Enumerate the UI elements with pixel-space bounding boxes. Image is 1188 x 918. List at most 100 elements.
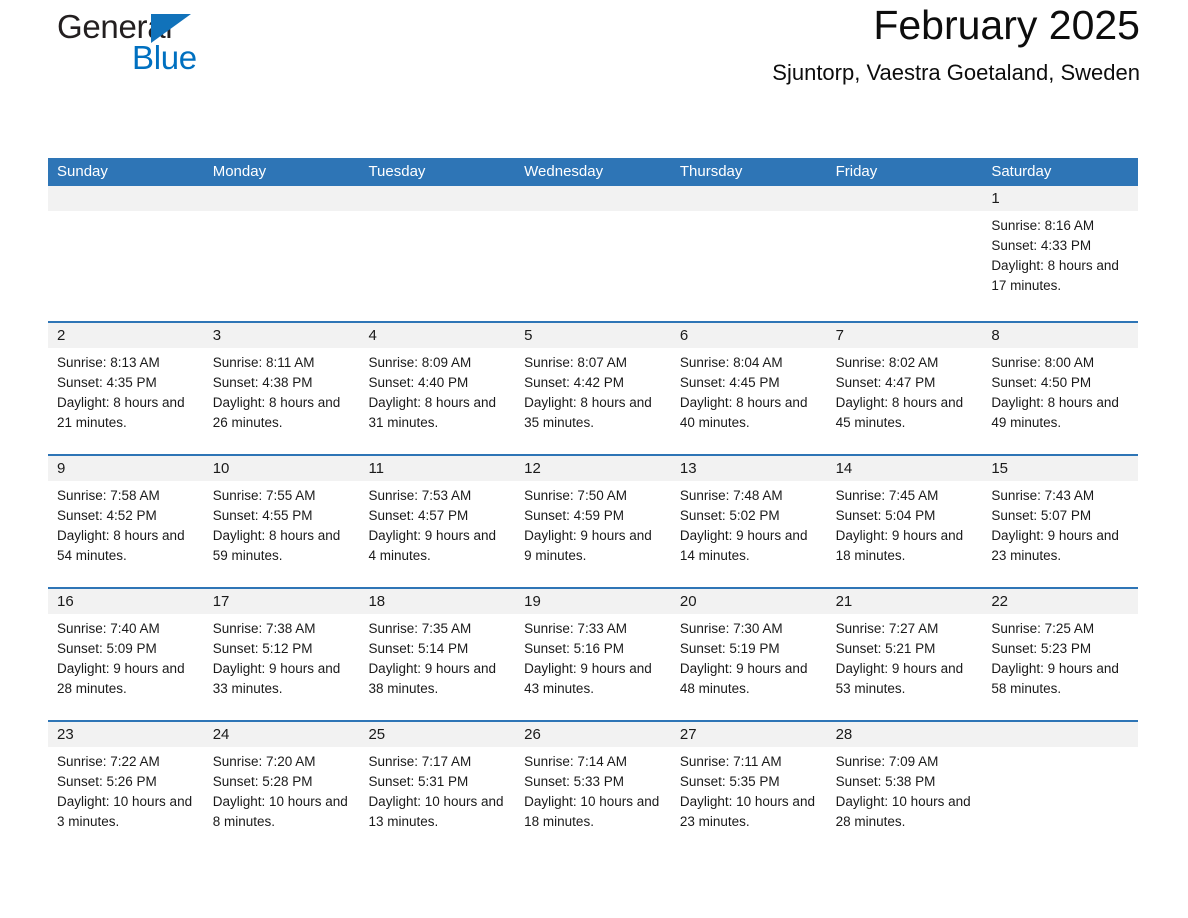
calendar-day-cell[interactable]: 11 Sunrise: 7:53 AM Sunset: 4:57 PM Dayligh… — [359, 456, 516, 587]
sunset-text: Sunset: 5:21 PM — [835, 641, 936, 656]
calendar-day-cell[interactable]: 14 Sunrise: 7:45 AM Sunset: 5:04 PM Dayligh… — [826, 456, 983, 587]
calendar-day-cell[interactable]: 5 Sunrise: 8:07 AM Sunset: 4:42 PM Daylight… — [515, 323, 671, 454]
daylight-text: Daylight: 9 hours and 38 minutes. — [368, 661, 497, 696]
day-details: Sunrise: 7:50 AM Sunset: 4:59 PM Daylight:… — [515, 481, 671, 566]
calendar-day-cell[interactable]: 21 Sunrise: 7:27 AM Sunset: 5:21 PM Dayligh… — [826, 589, 983, 720]
calendar-week-row: 1 Sunrise: 8:16 AM Sunset: 4:33 PM Daylight… — [48, 186, 1139, 321]
sunrise-text: Sunrise: 8:04 AM — [679, 355, 783, 370]
calendar-day-cell[interactable]: 10 Sunrise: 7:55 AM Sunset: 4:55 PM Dayligh… — [203, 456, 360, 587]
day-number: 20 — [670, 589, 827, 614]
sunset-text: Sunset: 4:38 PM — [212, 375, 313, 390]
day-number — [359, 186, 516, 211]
calendar-day-cell[interactable]: 23 Sunrise: 7:22 AM Sunset: 5:26 PM Dayligh… — [48, 722, 204, 853]
calendar-day-cell[interactable]: 26 Sunrise: 7:14 AM Sunset: 5:33 PM Dayligh… — [515, 722, 671, 853]
day-number — [203, 186, 360, 211]
daylight-text: Daylight: 10 hours and 23 minutes. — [679, 794, 815, 829]
logo-text-blue: Blue — [132, 39, 197, 76]
day-number: 21 — [826, 589, 983, 614]
sunset-text: Sunset: 5:23 PM — [991, 641, 1092, 656]
sunset-text: Sunset: 5:04 PM — [835, 508, 936, 523]
calendar-day-cell[interactable]: 15 Sunrise: 7:43 AM Sunset: 5:07 PM Dayligh… — [982, 456, 1139, 587]
day-number — [826, 186, 983, 211]
calendar-day-cell[interactable]: 3 Sunrise: 8:11 AM Sunset: 4:38 PM Daylight… — [203, 323, 360, 454]
calendar-day-cell[interactable]: 22 Sunrise: 7:25 AM Sunset: 5:23 PM Dayligh… — [982, 589, 1139, 720]
sunrise-text: Sunrise: 8:16 AM — [991, 218, 1095, 233]
sunset-text: Sunset: 4:42 PM — [524, 375, 624, 390]
day-details: Sunrise: 8:07 AM Sunset: 4:42 PM Daylight:… — [515, 348, 671, 433]
weekday-header-saturday: Saturday — [991, 163, 1052, 180]
day-number — [515, 186, 671, 211]
sunrise-text: Sunrise: 7:45 AM — [835, 488, 939, 503]
calendar-week-row: 2 Sunrise: 8:13 AM Sunset: 4:35 PM Daylight… — [48, 321, 1139, 454]
calendar-day-cell[interactable]: 8 Sunrise: 8:00 AM Sunset: 4:50 PM Daylight… — [982, 323, 1139, 454]
calendar-day-cell[interactable]: 7 Sunrise: 8:02 AM Sunset: 4:47 PM Daylight… — [826, 323, 983, 454]
day-details: Sunrise: 8:16 AM Sunset: 4:33 PM Daylight:… — [982, 211, 1138, 296]
daylight-text: Daylight: 8 hours and 26 minutes. — [212, 395, 341, 430]
daylight-text: Daylight: 8 hours and 21 minutes. — [57, 395, 185, 430]
day-details: Sunrise: 8:02 AM Sunset: 4:47 PM Daylight:… — [827, 348, 983, 433]
calendar-day-cell-empty — [826, 186, 983, 321]
calendar-day-cell[interactable]: 4 Sunrise: 8:09 AM Sunset: 4:40 PM Daylight… — [359, 323, 516, 454]
calendar-day-cell[interactable]: 17 Sunrise: 7:38 AM Sunset: 5:12 PM Dayligh… — [203, 589, 360, 720]
sunset-text: Sunset: 5:38 PM — [835, 774, 936, 789]
calendar-day-cell[interactable]: 6 Sunrise: 8:04 AM Sunset: 4:45 PM Daylight… — [670, 323, 827, 454]
daylight-text: Daylight: 9 hours and 33 minutes. — [212, 661, 341, 696]
sunrise-text: Sunrise: 8:07 AM — [524, 355, 627, 370]
calendar-day-cell[interactable]: 18 Sunrise: 7:35 AM Sunset: 5:14 PM Dayligh… — [359, 589, 516, 720]
sunset-text: Sunset: 5:33 PM — [524, 774, 624, 789]
calendar-day-cell[interactable]: 2 Sunrise: 8:13 AM Sunset: 4:35 PM Daylight… — [48, 323, 204, 454]
calendar-day-cell[interactable]: 25 Sunrise: 7:17 AM Sunset: 5:31 PM Dayligh… — [359, 722, 516, 853]
title-block: February 2025 Sjuntorp, Vaestra Goetalan… — [772, 0, 1140, 88]
calendar-day-cell[interactable]: 20 Sunrise: 7:30 AM Sunset: 5:19 PM Dayligh… — [670, 589, 827, 720]
day-details: Sunrise: 7:09 AM Sunset: 5:38 PM Daylight:… — [827, 747, 983, 832]
day-number: 24 — [203, 722, 360, 747]
day-number: 4 — [359, 323, 516, 348]
daylight-text: Daylight: 9 hours and 14 minutes. — [679, 528, 808, 563]
sunrise-text: Sunrise: 7:30 AM — [679, 621, 783, 636]
sunrise-text: Sunrise: 8:13 AM — [57, 355, 160, 370]
calendar-day-cell[interactable]: 28 Sunrise: 7:09 AM Sunset: 5:38 PM Dayligh… — [826, 722, 983, 853]
sunrise-text: Sunrise: 7:11 AM — [679, 754, 782, 769]
calendar-day-cell[interactable]: 16 Sunrise: 7:40 AM Sunset: 5:09 PM Dayligh… — [48, 589, 204, 720]
calendar-day-cell-empty — [203, 186, 360, 321]
weekday-header-thursday: Thursday — [679, 163, 743, 180]
sunrise-text: Sunrise: 7:48 AM — [679, 488, 783, 503]
sunset-text: Sunset: 5:28 PM — [212, 774, 313, 789]
day-number: 5 — [515, 323, 671, 348]
sunset-text: Sunset: 4:45 PM — [679, 375, 780, 390]
day-details: Sunrise: 8:11 AM Sunset: 4:38 PM Daylight:… — [204, 348, 360, 433]
sunrise-text: Sunrise: 7:14 AM — [524, 754, 627, 769]
day-number: 27 — [670, 722, 827, 747]
calendar-day-cell[interactable]: 1 Sunrise: 8:16 AM Sunset: 4:33 PM Daylight… — [982, 186, 1139, 321]
calendar-day-cell[interactable]: 13 Sunrise: 7:48 AM Sunset: 5:02 PM Dayligh… — [670, 456, 827, 587]
daylight-text: Daylight: 9 hours and 43 minutes. — [524, 661, 652, 696]
day-details: Sunrise: 7:58 AM Sunset: 4:52 PM Daylight:… — [48, 481, 204, 566]
sunrise-text: Sunrise: 7:22 AM — [57, 754, 160, 769]
day-details: Sunrise: 7:33 AM Sunset: 5:16 PM Daylight:… — [515, 614, 671, 699]
day-details: Sunrise: 7:22 AM Sunset: 5:26 PM Daylight:… — [48, 747, 204, 832]
sunset-text: Sunset: 4:33 PM — [991, 238, 1092, 253]
sunrise-text: Sunrise: 7:55 AM — [212, 488, 316, 503]
day-details: Sunrise: 7:53 AM Sunset: 4:57 PM Daylight:… — [359, 481, 515, 566]
calendar-day-cell[interactable]: 19 Sunrise: 7:33 AM Sunset: 5:16 PM Dayligh… — [515, 589, 671, 720]
day-number: 18 — [359, 589, 516, 614]
sunset-text: Sunset: 4:47 PM — [835, 375, 936, 390]
sunset-text: Sunset: 5:14 PM — [368, 641, 469, 656]
weekday-header-monday: Monday — [212, 163, 267, 180]
daylight-text: Daylight: 8 hours and 45 minutes. — [835, 395, 964, 430]
daylight-text: Daylight: 10 hours and 8 minutes. — [212, 794, 348, 829]
calendar-day-cell[interactable]: 27 Sunrise: 7:11 AM Sunset: 5:35 PM Dayligh… — [670, 722, 827, 853]
calendar-day-cell[interactable]: 24 Sunrise: 7:20 AM Sunset: 5:28 PM Dayligh… — [203, 722, 360, 853]
sunrise-text: Sunrise: 7:38 AM — [212, 621, 316, 636]
calendar-day-cell[interactable]: 9 Sunrise: 7:58 AM Sunset: 4:52 PM Daylight… — [48, 456, 204, 587]
day-details: Sunrise: 7:48 AM Sunset: 5:02 PM Daylight:… — [671, 481, 827, 566]
generalblue-logo[interactable]: General Blue — [57, 8, 257, 88]
daylight-text: Daylight: 9 hours and 28 minutes. — [57, 661, 185, 696]
calendar-day-cell[interactable]: 12 Sunrise: 7:50 AM Sunset: 4:59 PM Dayligh… — [515, 456, 671, 587]
day-number: 22 — [982, 589, 1139, 614]
day-number: 28 — [826, 722, 983, 747]
calendar-grid: Sunday Monday Tuesday Wednesday Thursday Frid… — [48, 158, 1139, 853]
day-details: Sunrise: 7:27 AM Sunset: 5:21 PM Daylight:… — [827, 614, 983, 699]
sunrise-text: Sunrise: 8:02 AM — [835, 355, 939, 370]
sunrise-text: Sunrise: 7:50 AM — [524, 488, 627, 503]
